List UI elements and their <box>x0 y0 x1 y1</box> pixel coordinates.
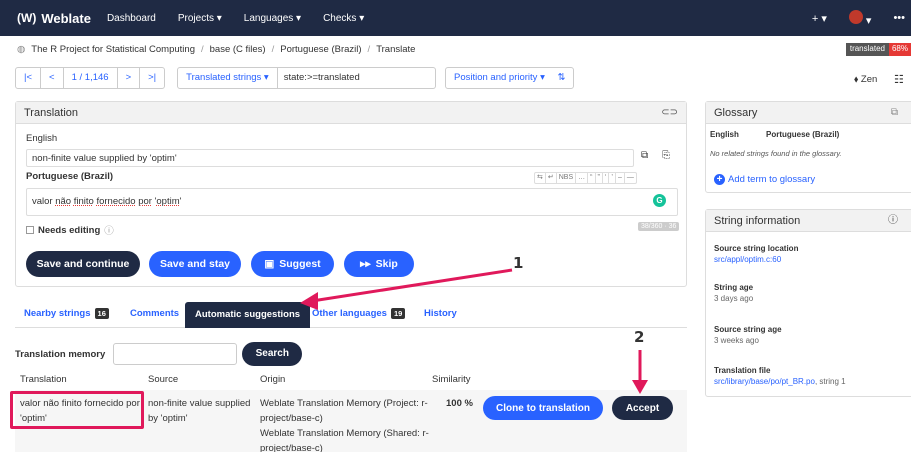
arrow-one-head <box>300 292 318 310</box>
annotation-number-two: 2 <box>634 328 645 346</box>
arrow-two-head <box>632 380 648 394</box>
arrow-one-line <box>311 268 513 303</box>
annotation-number-one: 1 <box>513 254 524 272</box>
annotation-arrows <box>300 268 648 394</box>
